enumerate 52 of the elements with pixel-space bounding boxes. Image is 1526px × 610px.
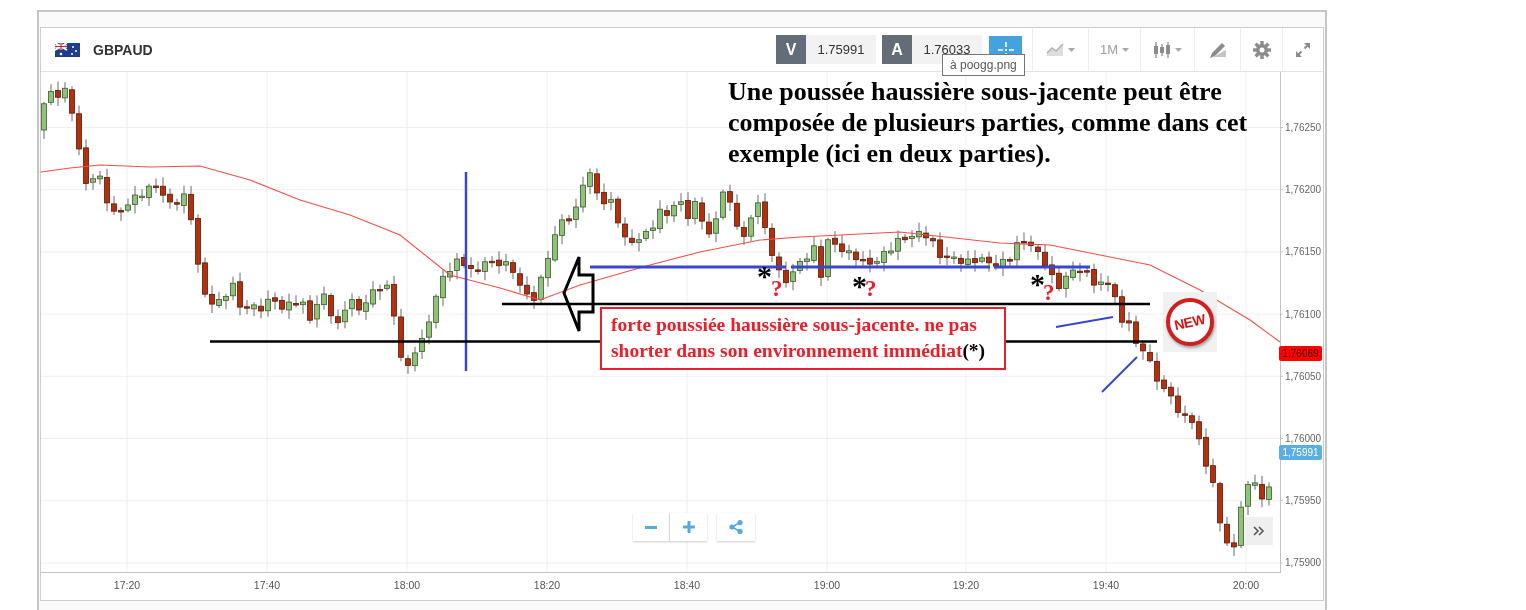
axis-label: 18:20: [533, 579, 561, 591]
axis-label: 1,76250: [1285, 122, 1322, 133]
axis-label: 1,76000: [1285, 433, 1322, 444]
axis-label: 1,75950: [1285, 495, 1322, 507]
scroll-right-button[interactable]: [1245, 517, 1273, 545]
axis-label: 18:00: [393, 579, 421, 591]
flag-icon: [55, 42, 80, 57]
symbol-label: GBPAUD: [93, 41, 153, 58]
caret-icon: [1175, 47, 1182, 52]
double-chevron-icon: [1253, 526, 1265, 536]
annotation-note: forte poussiée haussière sous-jacente. ne pas shorter dans son environnement immédiat(*): [600, 307, 1006, 370]
annotation-text: Une poussée haussière sous-jacente peut être composée de plusieurs parties, comme dans cet exemple (ici en deux parties).: [728, 76, 1249, 169]
axis-label: 1,75900: [1285, 557, 1322, 569]
axis-label: 1,76100: [1285, 308, 1322, 320]
expand-icon: [1294, 41, 1311, 58]
question-mark: ?: [771, 277, 783, 301]
asterisk-mark: *: [1030, 274, 1045, 294]
share-icon: [729, 520, 743, 534]
buy-button[interactable]: A: [882, 35, 912, 64]
caret-icon: [1122, 47, 1130, 52]
zoom-out-button[interactable]: [633, 513, 670, 541]
asterisk-mark: *: [852, 276, 867, 296]
caret-icon: [1068, 47, 1075, 52]
minus-icon: [645, 525, 657, 529]
axis-label: 20:00: [1232, 579, 1260, 591]
axis-label: 17:20: [113, 579, 141, 591]
asterisk-mark: *: [757, 266, 772, 286]
diagonal-line: [1101, 356, 1138, 393]
sell-price: 1.75991: [806, 35, 876, 64]
axis-label: 18:40: [673, 579, 701, 591]
axis-label: 1,76200: [1285, 184, 1322, 196]
candlestick-icon: [1153, 40, 1171, 59]
share-button[interactable]: [717, 513, 755, 541]
line-chart-icon: [1046, 42, 1064, 57]
zoom-in-button[interactable]: [670, 513, 707, 541]
question-mark: ?: [865, 277, 877, 301]
price-badge: 1,76069: [1279, 345, 1322, 361]
sell-button[interactable]: V: [776, 35, 806, 64]
axis-label: 19:00: [813, 579, 841, 591]
axis-label: 19:20: [952, 579, 980, 591]
axis-label: 1,76050: [1285, 370, 1322, 382]
axis-label: 19:40: [1092, 579, 1120, 591]
plus-icon: [682, 521, 695, 533]
diagonal-line: [1055, 316, 1114, 328]
question-mark: ?: [1043, 281, 1055, 305]
axis-label: 17:40: [253, 579, 281, 591]
price-badge: 1,75991: [1279, 444, 1322, 460]
settings-icon: [1252, 40, 1271, 59]
tooltip: à poogg.png: [942, 54, 1025, 76]
axis-label: 1,76150: [1285, 246, 1322, 258]
pencil-icon: [1208, 40, 1227, 59]
new-sticker: NEW: [1163, 292, 1217, 352]
